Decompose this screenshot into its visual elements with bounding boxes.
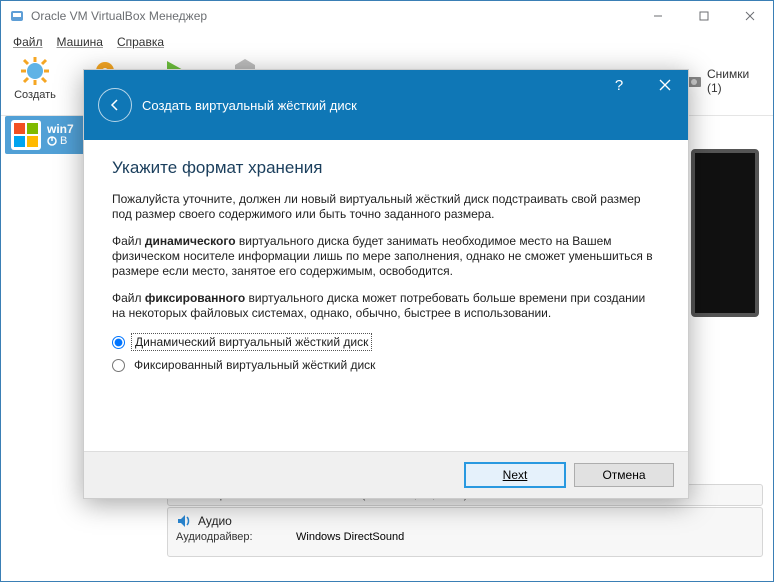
- dialog-title: Создать виртуальный жёсткий диск: [142, 98, 357, 113]
- radio-fixed-label[interactable]: Фиксированный виртуальный жёсткий диск: [131, 357, 378, 373]
- dialog-help-button[interactable]: ?: [596, 70, 642, 100]
- snapshots-label: Снимки (1): [707, 67, 767, 95]
- power-icon: [47, 136, 57, 146]
- radio-dynamic[interactable]: Динамический виртуальный жёсткий диск: [112, 333, 660, 351]
- titlebar: Oracle VM VirtualBox Менеджер: [1, 1, 773, 31]
- radio-dynamic-input[interactable]: [112, 336, 125, 349]
- back-button[interactable]: [98, 88, 132, 122]
- close-button[interactable]: [727, 1, 773, 31]
- maximize-button[interactable]: [681, 1, 727, 31]
- preview-thumbnail: [691, 149, 759, 317]
- toolbar-create[interactable]: Создать: [5, 55, 65, 101]
- menu-machine[interactable]: Машина: [51, 33, 109, 51]
- camera-icon: [687, 75, 703, 87]
- cancel-button[interactable]: Отмена: [574, 463, 674, 487]
- create-disk-dialog: Создать виртуальный жёсткий диск ? Укажи…: [83, 69, 689, 499]
- menu-help[interactable]: Справка: [111, 33, 170, 51]
- app-icon: [9, 8, 25, 24]
- dialog-p2: Файл динамического виртуального диска бу…: [112, 234, 660, 279]
- dialog-heading: Укажите формат хранения: [112, 158, 660, 178]
- radio-dynamic-label[interactable]: Динамический виртуальный жёсткий диск: [131, 333, 372, 351]
- dialog-footer: Next Отмена: [84, 451, 688, 498]
- toolbar-create-label: Создать: [14, 89, 56, 101]
- radio-fixed-input[interactable]: [112, 359, 125, 372]
- dialog-p3: Файл фиксированного виртуального диска м…: [112, 291, 660, 321]
- dialog-body: Укажите формат хранения Пожалуйста уточн…: [84, 140, 688, 373]
- window-title: Oracle VM VirtualBox Менеджер: [31, 9, 635, 23]
- speaker-icon: [176, 513, 192, 529]
- vm-name: win7: [47, 123, 74, 135]
- sun-icon: [19, 55, 51, 87]
- dialog-titlebar: Создать виртуальный жёсткий диск ?: [84, 70, 688, 140]
- audio-driver-key: Аудиодрайвер:: [176, 531, 286, 543]
- app-window: Oracle VM VirtualBox Менеджер Файл Машин…: [0, 0, 774, 582]
- dialog-window-controls: ?: [596, 70, 688, 100]
- radio-fixed[interactable]: Фиксированный виртуальный жёсткий диск: [112, 357, 660, 373]
- dialog-close-button[interactable]: [642, 70, 688, 100]
- vm-text: win7 В: [47, 123, 74, 147]
- window-controls: [635, 1, 773, 31]
- menu-file[interactable]: Файл: [7, 33, 49, 51]
- windows-icon: [11, 120, 41, 150]
- menubar: Файл Машина Справка: [1, 31, 773, 53]
- next-button[interactable]: Next: [464, 462, 566, 488]
- audio-section: Аудио Аудиодрайвер: Windows DirectSound: [167, 507, 763, 557]
- vm-state: В: [47, 135, 74, 147]
- minimize-button[interactable]: [635, 1, 681, 31]
- snapshots-tab[interactable]: Снимки (1): [687, 67, 767, 95]
- dialog-p1: Пожалуйста уточните, должен ли новый вир…: [112, 192, 660, 222]
- audio-title: Аудио: [198, 514, 232, 528]
- audio-driver-value: Windows DirectSound: [296, 531, 404, 543]
